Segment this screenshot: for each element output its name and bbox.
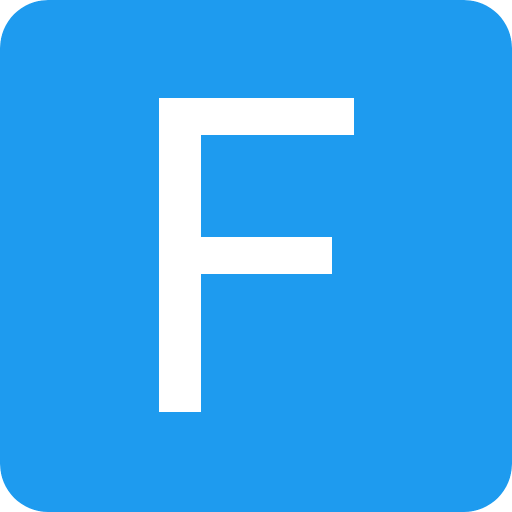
- app-icon-tile: F: [0, 0, 512, 512]
- letter-f-icon: [0, 0, 512, 512]
